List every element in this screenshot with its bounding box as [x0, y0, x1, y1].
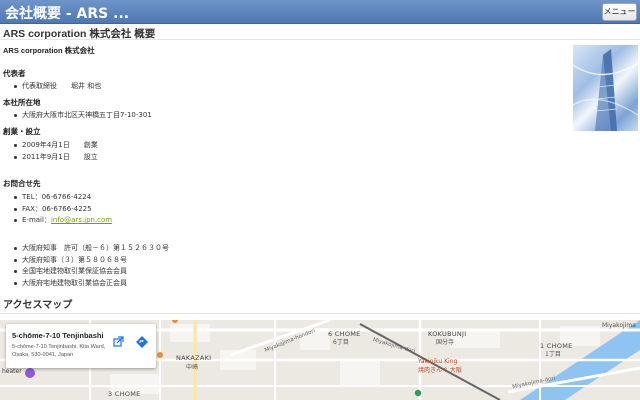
map-label-nakazaki-jp: 中崎	[186, 364, 199, 371]
place-title: 5-chōme-7-10 Tenjinbashi	[12, 331, 104, 340]
list-item: 2011年9月1日 設立	[14, 152, 98, 164]
map-poi-label: Yakiniku King	[418, 358, 458, 365]
list-item: E-mail：info@ars.jpn.com	[14, 215, 112, 227]
license-item: 大阪府知事（３）第５８０６８号	[14, 255, 169, 267]
map-poi-label: 焼肉きんぐ 大阪	[418, 367, 462, 374]
representative-list: 代表取締役 堀井 和也	[14, 81, 101, 93]
license-item: 大阪府宅地建物取引業協会正会員	[14, 278, 169, 290]
contact-tel: TEL：06-6766-4224	[14, 192, 112, 204]
founding-label: 創業・設立	[3, 127, 41, 136]
founding-date: 2011年9月1日	[22, 152, 70, 161]
menu-button[interactable]: メニュー	[602, 3, 637, 21]
list-item: 2009年4月1日 創業	[14, 140, 98, 152]
place-address: 5-chōme-7-10 Tenjinbashi, Kita Ward, Osa…	[12, 344, 106, 358]
map-label-3chome: 3 CHOME	[108, 390, 141, 398]
representative-name: 堀井 和也	[71, 82, 102, 90]
map-poi-label: heater	[2, 368, 22, 375]
building-photo	[573, 45, 638, 131]
access-map-title: アクセスマップ	[3, 300, 73, 311]
divider	[0, 39, 640, 40]
google-map[interactable]: KOKUBUNJI 国分寺 NAKAZAKI 中崎 6 CHOME 6丁目 1 …	[0, 320, 640, 400]
top-bar: 会社概要 - ARS ... メニュー	[0, 0, 640, 24]
map-place-card: 5-chōme-7-10 Tenjinbashi 5-chōme-7-10 Te…	[6, 324, 156, 368]
open-in-maps-icon[interactable]	[112, 336, 124, 348]
divider	[0, 313, 640, 314]
email-label: E-mail：	[22, 216, 51, 224]
license-item: 大阪府知事 許可（般－６）第１５２６３０号	[14, 243, 169, 255]
list-item: 代表取締役 堀井 和也	[14, 81, 101, 93]
headquarters-address: 大阪府大阪市北区天神橋五丁目7-10-301	[14, 110, 152, 122]
representative-label: 代表者	[3, 69, 26, 78]
directions-icon[interactable]	[136, 336, 148, 348]
headquarters-list: 大阪府大阪市北区天神橋五丁目7-10-301	[14, 110, 152, 122]
building-illustration	[573, 49, 638, 131]
license-item: 全国宅地建物取引業保証協会会員	[14, 266, 169, 278]
license-list: 大阪府知事 許可（般－６）第１５２６３０号 大阪府知事（３）第５８０６８号 全国…	[14, 243, 169, 289]
email-link[interactable]: info@ars.jpn.com	[51, 216, 112, 224]
window-title: 会社概要 - ARS ...	[5, 6, 130, 22]
founding-list: 2009年4月1日 創業 2011年9月1日 設立	[14, 140, 98, 163]
map-label-nakazaki: NAKAZAKI	[176, 354, 212, 362]
map-label-miyakojima: Miyakojima	[602, 322, 636, 329]
founding-event: 設立	[83, 152, 98, 161]
map-label-6chome-jp: 6丁目	[333, 339, 349, 346]
map-label-kokubunji-jp: 国分寺	[436, 339, 455, 346]
contact-label: お問合せ先	[3, 179, 41, 188]
founding-date: 2009年4月1日	[22, 141, 70, 149]
contact-list: TEL：06-6766-4224 FAX：06-6766-4225 E-mail…	[14, 192, 112, 227]
company-name: ARS corporation 株式会社	[3, 46, 95, 55]
headquarters-label: 本社所在地	[3, 98, 41, 107]
founding-event: 創業	[83, 141, 98, 149]
representative-role: 代表取締役	[22, 82, 57, 90]
map-label-1chome-jp: 1丁目	[545, 351, 561, 358]
contact-fax: FAX：06-6766-4225	[14, 204, 112, 216]
